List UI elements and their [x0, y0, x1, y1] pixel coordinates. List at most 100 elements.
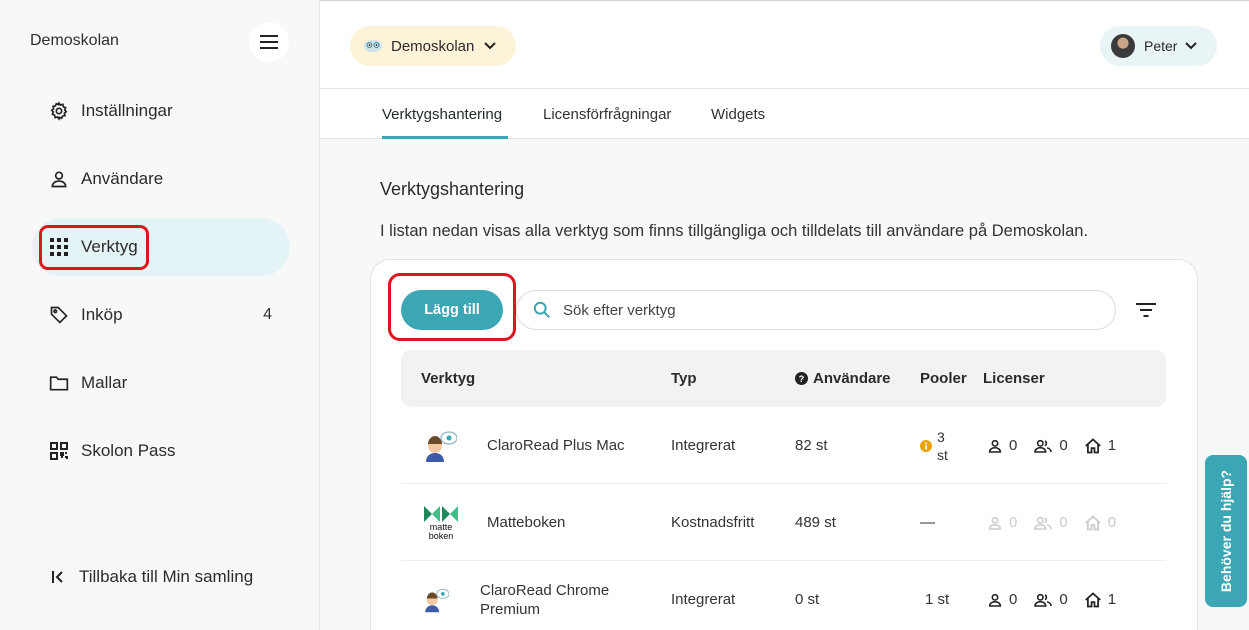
column-header-pooler[interactable]: Pooler: [920, 350, 967, 407]
gear-icon: [48, 100, 70, 122]
warning-info-icon: [920, 439, 932, 452]
tool-type: Integrerat: [671, 437, 736, 454]
tool-pools-value: 3 st: [937, 428, 948, 463]
table-header: Verktyg Typ ? Användare Pooler Licenser: [401, 350, 1166, 407]
menu-toggle-button[interactable]: [249, 22, 289, 62]
add-tool-button[interactable]: Lägg till: [401, 290, 503, 330]
license-school-count: 1: [1107, 591, 1117, 608]
sidebar-item-inkop[interactable]: Inköp 4: [32, 286, 290, 344]
user-icon: [988, 439, 1002, 453]
sidebar-item-skolon-pass[interactable]: Skolon Pass: [32, 422, 290, 480]
tool-name: ClaroRead Plus Mac: [487, 437, 625, 454]
license-counts: 0 0 0: [987, 484, 1116, 561]
grid-icon: [48, 236, 70, 258]
collapse-left-icon: [52, 571, 63, 583]
app-root: Demoskolan Inställningar Användare Verkt…: [0, 0, 1249, 630]
tool-type: Integrerat: [671, 591, 736, 608]
sidebar-item-installningar[interactable]: Inställningar: [32, 82, 290, 140]
user-name: Peter: [1144, 38, 1178, 54]
tab-verktygshantering[interactable]: Verktygshantering: [382, 89, 502, 139]
license-counts: 0 0 1: [987, 561, 1116, 630]
license-counts: 0 0 1: [987, 407, 1116, 484]
tab-licensforfragningar[interactable]: Licensförfrågningar: [543, 89, 671, 139]
license-group-count: 0: [1059, 591, 1068, 608]
group-icon: [1034, 439, 1053, 453]
tab-bar: Verktygshantering Licensförfrågningar Wi…: [320, 89, 1249, 139]
license-user-count: 0: [1009, 591, 1018, 608]
group-icon: [1034, 516, 1053, 530]
table-row[interactable]: ClaroRead Chrome Premium Integrerat 0 st…: [401, 561, 1166, 630]
page-description: I listan nedan visas alla verktyg som fi…: [380, 222, 1089, 240]
tool-type: Kostnadsfritt: [671, 514, 755, 531]
license-group-count: 0: [1059, 514, 1068, 531]
license-group: 0: [1033, 591, 1068, 608]
license-school: 1: [1084, 591, 1116, 608]
tool-logo-matteboken: matte boken: [423, 484, 459, 561]
search-field: [516, 290, 1116, 330]
filter-icon: [1136, 303, 1156, 317]
sidebar-item-label: Skolon Pass: [81, 441, 176, 460]
page-title: Verktygshantering: [380, 179, 525, 199]
user-icon: [988, 516, 1002, 530]
back-link-label: Tillbaka till Min samling: [79, 567, 254, 586]
sidebar-school-name: Demoskolan: [30, 32, 119, 49]
license-group: 0: [1033, 514, 1068, 531]
home-icon: [1084, 591, 1101, 607]
home-icon: [1084, 437, 1101, 453]
license-school: 0: [1084, 514, 1116, 531]
top-bar: Demoskolan Peter: [320, 0, 1249, 89]
tool-name: ClaroRead Chrome Premium: [480, 581, 610, 618]
active-tab-indicator: [382, 136, 508, 139]
license-group-count: 0: [1059, 437, 1068, 454]
filter-button[interactable]: [1132, 296, 1160, 324]
user-icon: [988, 593, 1002, 607]
group-icon: [1034, 593, 1053, 607]
sidebar-item-mallar[interactable]: Mallar: [32, 354, 290, 412]
school-logo-icon: [364, 40, 382, 52]
user-menu[interactable]: Peter: [1100, 26, 1217, 66]
tab-widgets[interactable]: Widgets: [711, 89, 765, 139]
sidebar-item-label: Verktyg: [81, 237, 138, 256]
help-circle-icon: ?: [795, 372, 808, 385]
folder-icon: [48, 372, 70, 394]
table-row[interactable]: matte boken Matteboken Kostnadsfritt 489…: [401, 484, 1166, 561]
license-user: 0: [987, 514, 1017, 531]
tool-name: Matteboken: [487, 514, 566, 531]
search-input[interactable]: [563, 301, 1083, 319]
license-user-count: 0: [1009, 514, 1018, 531]
tool-pools: 1 st: [925, 591, 950, 608]
sidebar-item-anvandare[interactable]: Användare: [32, 150, 290, 208]
chevron-down-icon: [484, 42, 497, 50]
column-header-anvandare[interactable]: ? Användare: [795, 350, 891, 407]
sidebar-item-verktyg[interactable]: Verktyg: [32, 218, 290, 276]
help-tab-button[interactable]: Behöver du hjälp?: [1205, 455, 1247, 607]
home-icon: [1084, 514, 1101, 530]
tool-users: 489 st: [795, 514, 836, 531]
sidebar-item-label: Mallar: [81, 373, 128, 392]
license-user: 0: [987, 591, 1017, 608]
user-icon: [48, 168, 70, 190]
license-group: 0: [1033, 437, 1068, 454]
school-selector[interactable]: Demoskolan: [350, 26, 516, 66]
matteboken-logo-text: matte boken: [428, 521, 454, 541]
sidebar: Demoskolan Inställningar Användare Verkt…: [0, 0, 320, 630]
sidebar-item-label: Användare: [81, 169, 164, 188]
qr-icon: [48, 440, 70, 462]
table-row[interactable]: ClaroRead Plus Mac Integrerat 82 st 3 st…: [401, 407, 1166, 484]
license-user-count: 0: [1009, 437, 1018, 454]
column-header-anvandare-label: Användare: [813, 370, 891, 387]
hamburger-icon: [260, 35, 278, 49]
tool-pools: 3 st: [920, 407, 955, 484]
column-header-licenser[interactable]: Licenser: [983, 350, 1045, 407]
license-user: 0: [987, 437, 1017, 454]
sidebar-item-label: Inköp: [81, 305, 123, 324]
svg-text:?: ?: [799, 374, 805, 384]
column-header-typ[interactable]: Typ: [671, 350, 697, 407]
help-tab-label: Behöver du hjälp?: [1218, 469, 1234, 593]
tool-logo-claroread: [423, 407, 457, 484]
back-to-collection-link[interactable]: Tillbaka till Min samling: [50, 567, 253, 587]
tool-pools: —: [920, 514, 935, 531]
sidebar-item-count: 4: [263, 306, 272, 323]
column-header-verktyg[interactable]: Verktyg: [421, 350, 475, 407]
license-school-count: 0: [1107, 514, 1117, 531]
